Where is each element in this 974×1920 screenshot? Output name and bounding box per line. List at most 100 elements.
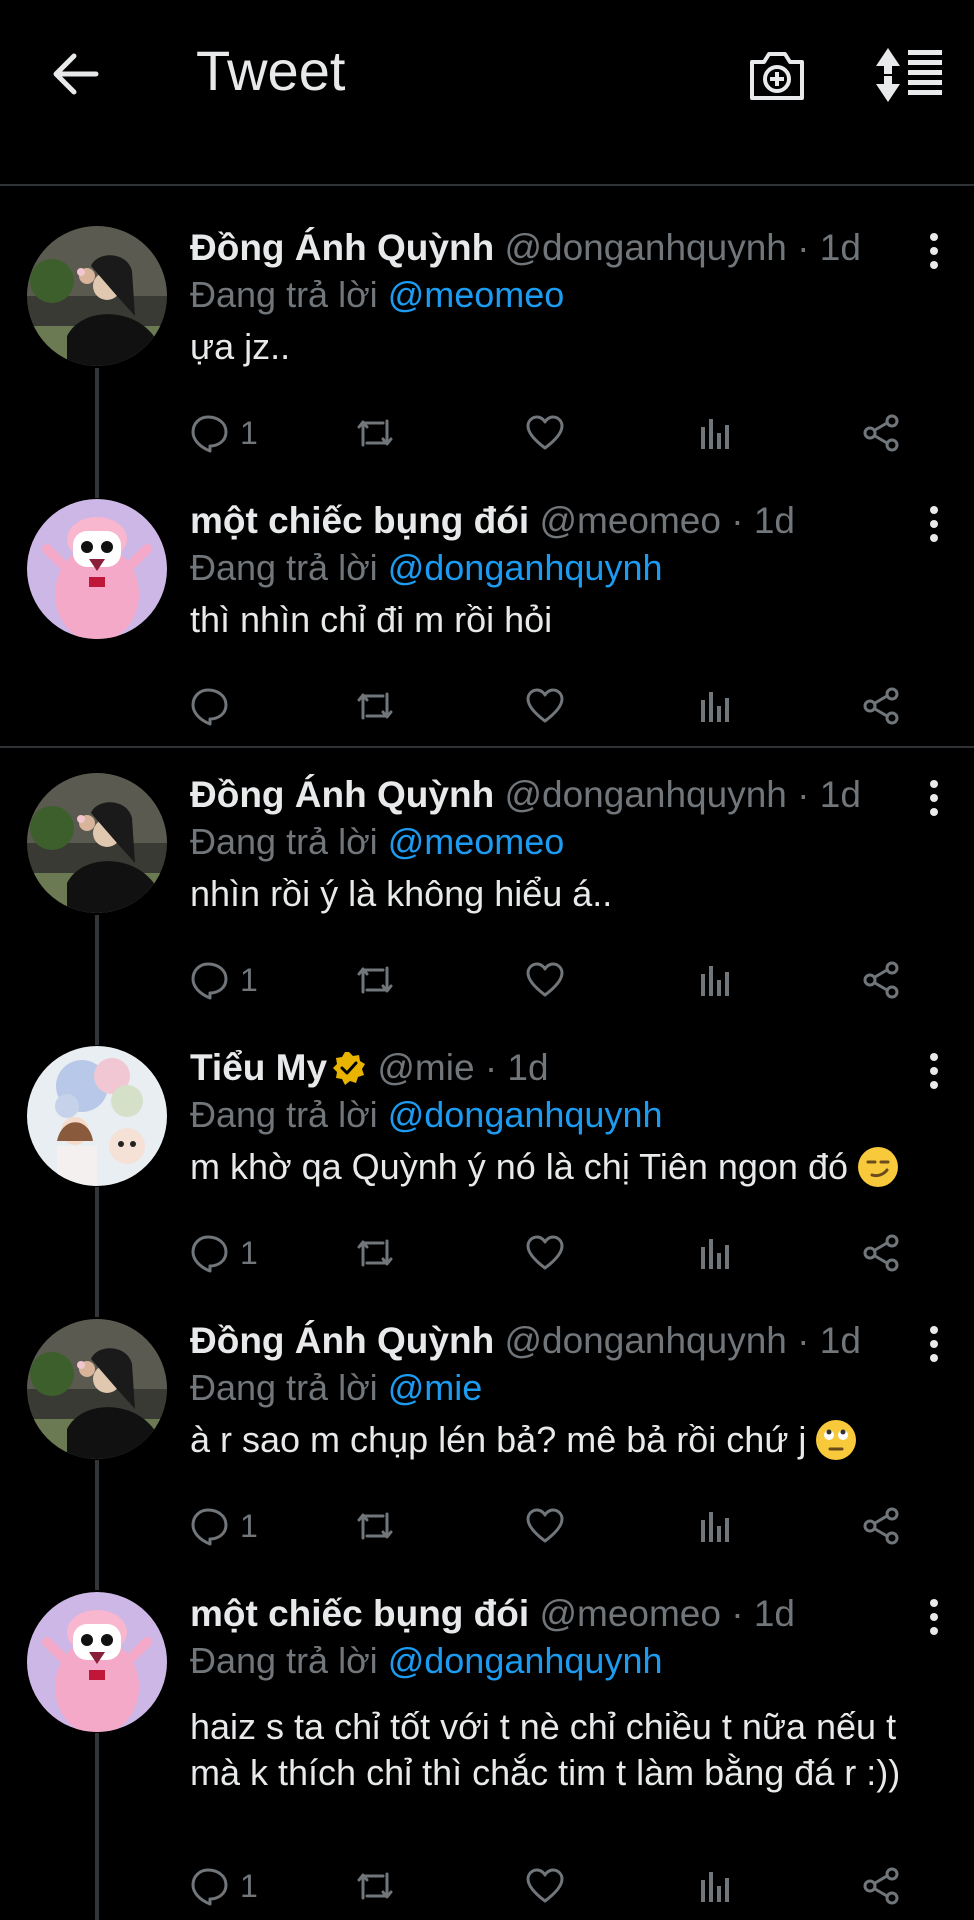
more-options-icon[interactable] — [924, 504, 944, 544]
more-options-icon[interactable] — [924, 231, 944, 271]
author-name[interactable]: Đồng Ánh Quỳnh — [190, 774, 494, 815]
heart-icon — [525, 413, 565, 453]
tweet-text: nhìn rồi ý là không hiểu á.. — [190, 873, 613, 914]
share-icon — [862, 1506, 902, 1546]
author-handle: @meomeo · 1d — [539, 1593, 796, 1634]
reply-button[interactable]: 1 — [190, 408, 258, 458]
retweet-button[interactable] — [355, 1861, 395, 1911]
tweet-actions: 1 — [190, 408, 930, 458]
mention-link[interactable]: @donganhquynh — [388, 547, 663, 588]
author-name[interactable]: một chiếc bụng đói — [190, 500, 529, 541]
author-name[interactable]: Đồng Ánh Quỳnh — [190, 227, 494, 268]
avatar[interactable] — [27, 226, 167, 366]
thread-line — [95, 915, 99, 1045]
author-name[interactable]: một chiếc bụng đói — [190, 1593, 529, 1634]
views-button[interactable] — [695, 1501, 735, 1551]
retweet-icon — [355, 1866, 395, 1906]
heart-icon — [525, 1233, 565, 1273]
retweet-button[interactable] — [355, 1501, 395, 1551]
avatar[interactable] — [27, 773, 167, 913]
camera-plus-icon[interactable] — [748, 46, 806, 104]
like-button[interactable] — [525, 1501, 565, 1551]
views-button[interactable] — [695, 955, 735, 1005]
like-button[interactable] — [525, 1228, 565, 1278]
tweet-text: haiz s ta chỉ tốt với t nè chỉ chiều t n… — [190, 1706, 901, 1793]
retweet-icon — [355, 960, 395, 1000]
thread-line — [95, 1460, 99, 1590]
share-icon — [862, 1866, 902, 1906]
retweet-icon — [355, 686, 395, 726]
more-options-icon[interactable] — [924, 1324, 944, 1364]
tweet-text: à r sao m chụp lén bả? mê bả rồi chứ j — [190, 1419, 807, 1460]
page-title: Tweet — [196, 39, 346, 102]
like-button[interactable] — [525, 955, 565, 1005]
tweet-actions — [190, 681, 930, 731]
share-button[interactable] — [862, 1228, 902, 1278]
like-button[interactable] — [525, 1861, 565, 1911]
reply-count: 1 — [240, 1507, 258, 1544]
more-options-icon[interactable] — [924, 1051, 944, 1091]
views-button[interactable] — [695, 1228, 735, 1278]
mention-link[interactable]: @mie — [388, 1367, 483, 1408]
share-button[interactable] — [862, 681, 902, 731]
tweet-text: thì nhìn chỉ đi m rồi hỏi — [190, 599, 553, 640]
views-icon — [695, 413, 735, 453]
tweet-actions: 1 — [190, 1861, 930, 1911]
retweet-icon — [355, 1506, 395, 1546]
tweet-actions: 1 — [190, 1228, 930, 1278]
mention-link[interactable]: @donganhquynh — [388, 1640, 663, 1681]
author-handle: @donganhquynh · 1d — [504, 774, 861, 815]
reply-button[interactable]: 1 — [190, 1501, 258, 1551]
sort-icon[interactable] — [874, 46, 944, 104]
reply-button[interactable]: 1 — [190, 955, 258, 1005]
reply-context: Đang trả lời @donganhquynh — [190, 1640, 663, 1681]
share-button[interactable] — [862, 1861, 902, 1911]
views-button[interactable] — [695, 1861, 735, 1911]
like-button[interactable] — [525, 408, 565, 458]
reply-context: Đang trả lời @meomeo — [190, 274, 565, 315]
reply-icon — [190, 1506, 230, 1546]
retweet-button[interactable] — [355, 681, 395, 731]
author-name[interactable]: Đồng Ánh Quỳnh — [190, 1320, 494, 1361]
more-options-icon[interactable] — [924, 1597, 944, 1637]
avatar[interactable] — [27, 1319, 167, 1459]
mention-link[interactable]: @donganhquynh — [388, 1094, 663, 1135]
reply-icon — [190, 1866, 230, 1906]
share-icon — [862, 413, 902, 453]
author-name[interactable]: Tiểu My — [190, 1047, 327, 1088]
reply-count: 1 — [240, 961, 258, 998]
arrow-left-icon[interactable] — [48, 46, 104, 102]
avatar[interactable] — [27, 1592, 167, 1732]
share-button[interactable] — [862, 955, 902, 1005]
reply-context: Đang trả lời @donganhquynh — [190, 1094, 663, 1135]
reply-button[interactable] — [190, 681, 240, 731]
mention-link[interactable]: @meomeo — [388, 821, 565, 862]
tweet-text: ựa jz.. — [190, 326, 291, 367]
like-button[interactable] — [525, 681, 565, 731]
avatar[interactable] — [27, 1046, 167, 1186]
eye-roll-emoji-icon — [816, 1420, 857, 1460]
share-button[interactable] — [862, 1501, 902, 1551]
retweet-button[interactable] — [355, 408, 395, 458]
reply-count: 1 — [240, 1234, 258, 1271]
author-handle: @donganhquynh · 1d — [504, 227, 861, 268]
reply-icon — [190, 686, 230, 726]
smirk-emoji-icon — [858, 1147, 899, 1187]
reply-icon — [190, 960, 230, 1000]
views-button[interactable] — [695, 408, 735, 458]
views-button[interactable] — [695, 681, 735, 731]
share-button[interactable] — [862, 408, 902, 458]
avatar[interactable] — [27, 499, 167, 639]
retweet-button[interactable] — [355, 1228, 395, 1278]
thread-line — [95, 1733, 99, 1920]
reply-button[interactable]: 1 — [190, 1861, 258, 1911]
more-options-icon[interactable] — [924, 778, 944, 818]
reply-count: 1 — [240, 414, 258, 451]
author-handle: @donganhquynh · 1d — [504, 1320, 861, 1361]
retweet-button[interactable] — [355, 955, 395, 1005]
reply-button[interactable]: 1 — [190, 1228, 258, 1278]
thread-line — [95, 368, 99, 498]
mention-link[interactable]: @meomeo — [388, 274, 565, 315]
tweet-actions: 1 — [190, 1501, 930, 1551]
views-icon — [695, 1506, 735, 1546]
